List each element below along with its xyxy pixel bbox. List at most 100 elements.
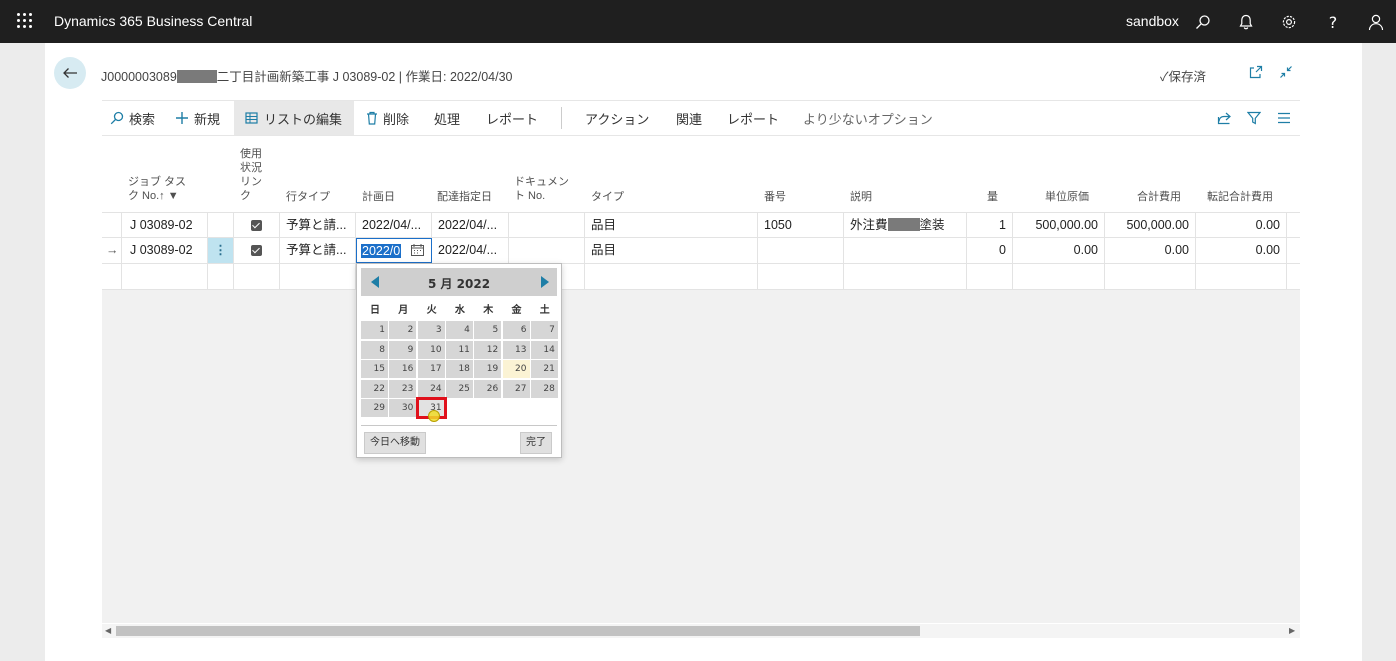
calendar-day[interactable]: 5 (474, 321, 502, 339)
gear-icon[interactable] (1279, 12, 1299, 32)
list-view-icon[interactable] (1277, 101, 1291, 135)
process-menu[interactable]: 処理 (434, 101, 460, 135)
collapse-icon[interactable] (1277, 63, 1295, 81)
app-title[interactable]: Dynamics 365 Business Central (54, 13, 252, 29)
cell-total-cost[interactable]: 500,000.00 (1105, 213, 1196, 238)
action-menu[interactable]: アクション (585, 101, 649, 135)
table-row-empty[interactable] (102, 264, 1300, 290)
col-line-type[interactable]: 行タイプ (286, 190, 330, 204)
cell-description[interactable] (844, 264, 967, 289)
calendar-day[interactable]: 23 (389, 379, 417, 398)
table-row[interactable]: J 03089-02 予算と請... 2022/04/... 2022/04/.… (102, 212, 1300, 238)
col-transfer-total[interactable]: 転記合計費用 (1207, 190, 1273, 204)
cell-quantity[interactable]: 0 (967, 238, 1013, 263)
calendar-day[interactable]: 11 (445, 340, 473, 359)
done-button[interactable]: 完了 (520, 432, 552, 454)
col-planned-delivery[interactable]: 配達指定日 (437, 190, 492, 204)
cell-line-type[interactable]: 予算と請... (280, 238, 356, 263)
calendar-day[interactable]: 27 (502, 379, 530, 398)
col-job-task-no[interactable]: ジョブ タス ク No.↑ ▼ (128, 175, 198, 203)
search-icon[interactable] (1193, 12, 1213, 32)
calendar-day[interactable]: 25 (445, 379, 473, 398)
cell-unit-cost[interactable]: 500,000.00 (1013, 213, 1105, 238)
cell-total-cost[interactable] (1105, 264, 1196, 289)
report-menu-2[interactable]: レポート (727, 101, 779, 135)
calendar-day[interactable]: 7 (530, 321, 558, 339)
fewer-options-button[interactable]: より少ないオプション (803, 101, 933, 135)
calendar-day[interactable]: 9 (389, 340, 417, 359)
cell-type[interactable]: 品目 (585, 238, 758, 263)
calendar-day[interactable]: 6 (502, 321, 530, 339)
cell-quantity[interactable]: 1 (967, 213, 1013, 238)
cell-number[interactable]: 1050 (758, 213, 844, 238)
cell-transfer-total[interactable]: 0.00 (1196, 238, 1287, 263)
col-usage-link[interactable]: 使用 状況 リン ク (240, 147, 262, 203)
cell-unit-cost[interactable] (1013, 264, 1105, 289)
filter-icon[interactable] (1247, 101, 1261, 135)
cell-job-task-no[interactable]: J 03089-02 (122, 213, 208, 238)
cell-description[interactable] (844, 238, 967, 263)
calendar-day[interactable]: 4 (445, 321, 473, 339)
cell-job-task-no[interactable]: J 03089-02 (122, 238, 208, 263)
cell-actions[interactable] (208, 213, 234, 238)
search-action[interactable]: 検索 (110, 101, 155, 135)
col-unit-cost[interactable]: 単位原価 (1045, 190, 1089, 204)
related-menu[interactable]: 関連 (676, 101, 702, 135)
calendar-day[interactable]: 12 (474, 340, 502, 359)
calendar-day[interactable]: 18 (445, 360, 473, 378)
col-quantity[interactable]: 量 (987, 190, 998, 204)
cell-line-type[interactable] (280, 264, 356, 289)
calendar-icon[interactable] (411, 239, 424, 262)
help-icon[interactable]: ? (1323, 12, 1343, 32)
cell-transfer-total[interactable] (1196, 264, 1287, 289)
new-button[interactable]: 新規 (175, 101, 220, 135)
calendar-day[interactable]: 8 (361, 340, 388, 359)
scroll-left-icon[interactable]: ◀ (105, 626, 111, 635)
calendar-day[interactable]: 2 (389, 321, 417, 339)
calendar-day[interactable]: 15 (361, 360, 388, 378)
calendar-day[interactable]: 13 (502, 340, 530, 359)
cell-planned-delivery[interactable]: 2022/04/... (432, 238, 509, 263)
calendar-day[interactable]: 26 (474, 379, 502, 398)
cell-type[interactable] (585, 264, 758, 289)
back-button[interactable] (54, 57, 86, 89)
calendar-day[interactable]: 14 (530, 340, 558, 359)
checkbox-checked[interactable] (251, 245, 262, 256)
calendar-day[interactable]: 24 (417, 379, 445, 398)
cell-number[interactable] (758, 264, 844, 289)
cell-document-no[interactable] (509, 213, 585, 238)
cell-transfer-total[interactable]: 0.00 (1196, 213, 1287, 238)
cell-planned-delivery[interactable]: 2022/04/... (432, 213, 509, 238)
col-type[interactable]: タイプ (591, 190, 624, 204)
share-icon[interactable] (1217, 101, 1232, 135)
calendar-day[interactable]: 21 (530, 360, 558, 378)
calendar-day[interactable]: 10 (417, 340, 445, 359)
calendar-day[interactable]: 19 (474, 360, 502, 378)
open-new-window-icon[interactable] (1247, 63, 1265, 81)
calendar-day[interactable]: 16 (389, 360, 417, 378)
calendar-day[interactable]: 28 (530, 379, 558, 398)
user-icon[interactable] (1366, 12, 1386, 32)
delete-button[interactable]: 削除 (366, 101, 409, 135)
cell-unit-cost[interactable]: 0.00 (1013, 238, 1105, 263)
cell-usage-link[interactable] (234, 264, 280, 289)
scroll-right-icon[interactable]: ▶ (1289, 626, 1295, 635)
calendar-day[interactable]: 17 (417, 360, 445, 378)
col-total-cost[interactable]: 合計費用 (1137, 190, 1181, 204)
next-month-icon[interactable] (541, 276, 549, 288)
cell-actions[interactable] (208, 264, 234, 289)
cell-usage-link[interactable] (234, 213, 280, 238)
col-description[interactable]: 説明 (850, 190, 872, 204)
calendar-day[interactable]: 1 (361, 321, 388, 339)
calendar-day[interactable]: 20 (502, 360, 530, 378)
cell-quantity[interactable] (967, 264, 1013, 289)
go-today-button[interactable]: 今日へ移動 (364, 432, 426, 454)
cell-job-task-no[interactable] (122, 264, 208, 289)
app-launcher-icon[interactable] (17, 13, 33, 29)
table-row-active[interactable]: → J 03089-02 ⋮ 予算と請... 2022/0 2022/04/..… (102, 238, 1300, 264)
col-document-no[interactable]: ドキュメン ト No. (514, 175, 569, 203)
col-number[interactable]: 番号 (764, 190, 786, 204)
cell-document-no[interactable] (509, 238, 585, 263)
cell-line-type[interactable]: 予算と請... (280, 213, 356, 238)
cell-usage-link[interactable] (234, 238, 280, 263)
